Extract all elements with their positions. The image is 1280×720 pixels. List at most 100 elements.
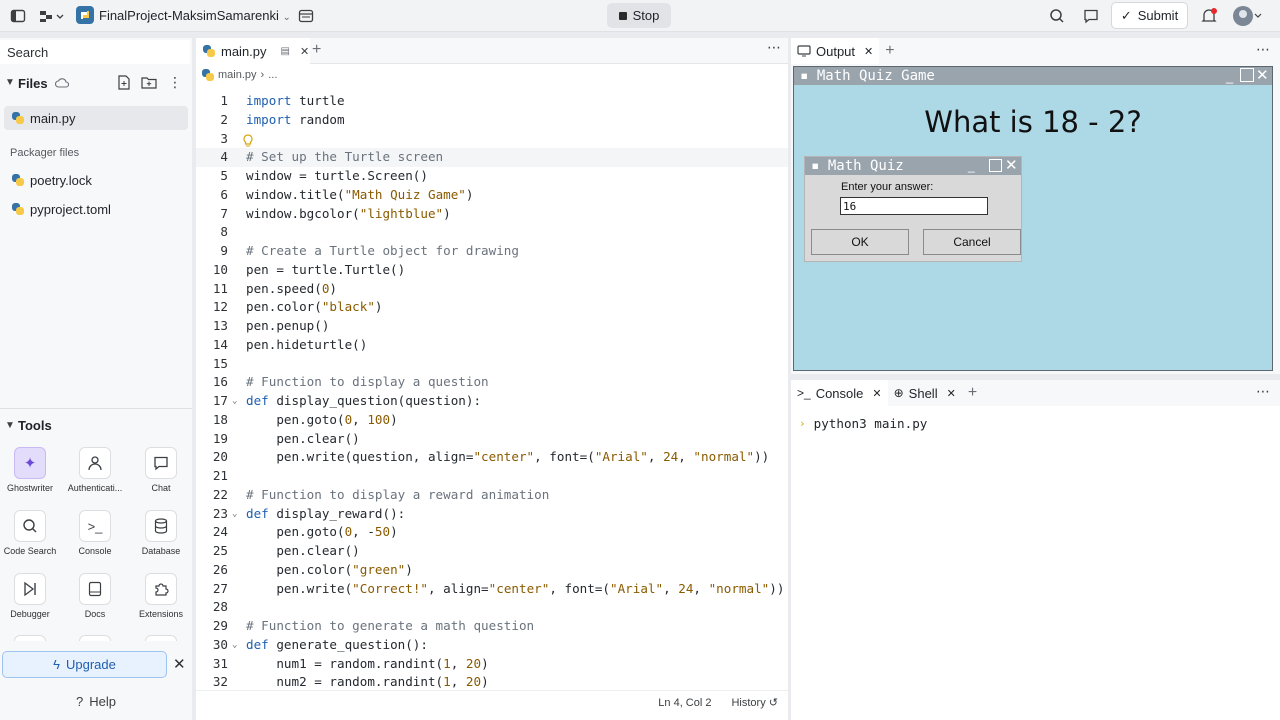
code-line[interactable]: 2 import random <box>196 111 788 130</box>
tab-console[interactable]: >_ Console ✕ <box>791 380 888 406</box>
upgrade-button[interactable]: ϟ Upgrade <box>2 651 167 678</box>
code-line[interactable]: 16 # Function to display a question <box>196 373 788 392</box>
code-line[interactable]: 21 <box>196 467 788 486</box>
code-line[interactable]: 13 pen.penup() <box>196 317 788 336</box>
tool-docs[interactable]: Docs <box>65 573 125 619</box>
tool-ghostwriter[interactable]: ✦ Ghostwriter <box>0 447 60 493</box>
code-area[interactable]: 1 import turtle 2 import random 3 4 # Set up t… <box>196 92 788 692</box>
chevron-down-icon[interactable]: ▼ <box>5 420 15 431</box>
lightbulb-icon[interactable] <box>243 134 253 150</box>
notification-bell-icon[interactable] <box>1197 4 1221 28</box>
tool-debugger[interactable]: Debugger <box>0 573 60 619</box>
code-line[interactable]: 3 <box>196 130 788 149</box>
fold-chevron-icon[interactable]: ⌄ <box>232 636 237 655</box>
more-options-icon[interactable]: ⋮ <box>168 74 182 91</box>
tool-partial[interactable] <box>79 635 111 641</box>
history-button[interactable]: History ↺ <box>731 696 778 709</box>
add-tab-icon[interactable]: + <box>968 384 977 402</box>
new-folder-icon[interactable] <box>141 75 157 93</box>
more-options-icon[interactable]: ⋯ <box>767 39 781 56</box>
submit-button[interactable]: ✓ Submit <box>1111 2 1188 29</box>
close-icon[interactable]: ✕ <box>1005 156 1018 174</box>
file-item-poetry-lock[interactable]: poetry.lock <box>4 168 188 192</box>
code-line[interactable]: 25 pen.clear() <box>196 542 788 561</box>
file-item-pyproject-toml[interactable]: pyproject.toml <box>4 197 188 221</box>
code-line[interactable]: 6 window.title("Math Quiz Game") <box>196 186 788 205</box>
minimize-icon[interactable]: _ <box>968 159 975 173</box>
search-icon[interactable] <box>1045 4 1069 28</box>
code-line[interactable]: 11 pen.speed(0) <box>196 280 788 299</box>
code-line[interactable]: 1 import turtle <box>196 92 788 111</box>
console-output[interactable]: › python3 main.py <box>799 416 927 431</box>
sidebar-toggle-icon[interactable] <box>6 4 30 28</box>
tab-output[interactable]: Output ✕ <box>791 38 880 64</box>
file-item-main-py[interactable]: main.py <box>4 106 188 130</box>
answer-input[interactable] <box>840 197 988 215</box>
close-icon[interactable]: ✕ <box>872 387 881 400</box>
code-line[interactable]: 5 window = turtle.Screen() <box>196 167 788 186</box>
tool-chat[interactable]: Chat <box>131 447 191 493</box>
code-line[interactable]: 29 # Function to generate a math question <box>196 617 788 636</box>
maximize-icon[interactable] <box>1240 68 1254 82</box>
code-line[interactable]: 30 ⌄ def generate_question(): <box>196 636 788 655</box>
code-line[interactable]: 4 # Set up the Turtle screen <box>196 148 788 167</box>
tab-main-py[interactable]: main.py ▤ ✕ <box>196 38 310 64</box>
fold-chevron-icon[interactable]: ⌄ <box>232 505 237 524</box>
code-line[interactable]: 19 pen.clear() <box>196 430 788 449</box>
close-icon[interactable]: ✕ <box>947 387 956 400</box>
help-link[interactable]: ? Help <box>0 689 192 713</box>
tools-header[interactable]: Tools <box>18 418 52 433</box>
minimize-icon[interactable]: _ <box>1226 69 1233 84</box>
tab-shell[interactable]: ⊕ Shell ✕ <box>888 380 962 406</box>
code-line[interactable]: 24 pen.goto(0, -50) <box>196 523 788 542</box>
code-line[interactable]: 22 # Function to display a reward animati… <box>196 486 788 505</box>
tool-database[interactable]: Database <box>131 510 191 556</box>
project-name[interactable]: FinalProject-MaksimSamarenki ⌄ <box>99 8 291 23</box>
close-icon[interactable]: ✕ <box>1256 66 1269 84</box>
tool-extensions[interactable]: Extensions <box>131 573 191 619</box>
code-line[interactable]: 8 <box>196 223 788 242</box>
split-view-icon[interactable]: ▤ <box>281 46 290 57</box>
add-tab-icon[interactable]: + <box>885 42 894 60</box>
tool-code-search[interactable]: Code Search <box>0 510 60 556</box>
code-line[interactable]: 23 ⌄ def display_reward(): <box>196 505 788 524</box>
more-options-icon[interactable]: ⋯ <box>1256 383 1270 400</box>
cursor-position[interactable]: Ln 4, Col 2 <box>658 697 711 709</box>
code-line[interactable]: 14 pen.hideturtle() <box>196 336 788 355</box>
tool-authentication[interactable]: Authenticati... <box>65 447 125 493</box>
files-header[interactable]: Files <box>18 76 48 91</box>
stop-button[interactable]: Stop <box>607 3 671 28</box>
code-line[interactable]: 10 pen = turtle.Turtle() <box>196 261 788 280</box>
close-icon[interactable]: ✕ <box>173 655 186 673</box>
cancel-button[interactable]: Cancel <box>923 229 1021 255</box>
code-line[interactable]: 9 # Create a Turtle object for drawing <box>196 242 788 261</box>
workspace-layout-icon[interactable] <box>294 4 318 28</box>
tool-console[interactable]: >_ Console <box>65 510 125 556</box>
code-line[interactable]: 20 pen.write(question, align="center", f… <box>196 448 788 467</box>
code-line[interactable]: 28 <box>196 598 788 617</box>
breadcrumb-more[interactable]: ... <box>268 69 277 81</box>
fold-chevron-icon[interactable]: ⌄ <box>232 392 237 411</box>
ok-button[interactable]: OK <box>811 229 909 255</box>
search-input[interactable] <box>0 40 190 64</box>
tool-partial[interactable] <box>145 635 177 641</box>
replit-menu-icon[interactable] <box>36 4 66 28</box>
add-tab-icon[interactable]: + <box>312 41 321 59</box>
code-line[interactable]: 12 pen.color("black") <box>196 298 788 317</box>
code-line[interactable]: 7 window.bgcolor("lightblue") <box>196 205 788 224</box>
code-line[interactable]: 18 pen.goto(0, 100) <box>196 411 788 430</box>
maximize-icon[interactable] <box>989 159 1002 172</box>
close-icon[interactable]: ✕ <box>864 45 873 58</box>
code-line[interactable]: 27 pen.write("Correct!", align="center",… <box>196 580 788 599</box>
code-line[interactable]: 26 pen.color("green") <box>196 561 788 580</box>
breadcrumb-file[interactable]: main.py <box>218 69 257 81</box>
avatar[interactable] <box>1232 4 1262 28</box>
close-icon[interactable]: ✕ <box>300 45 309 58</box>
new-file-icon[interactable] <box>117 75 131 93</box>
tool-partial[interactable] <box>14 635 46 641</box>
chat-icon[interactable] <box>1079 4 1103 28</box>
code-line[interactable]: 17 ⌄ def display_question(question): <box>196 392 788 411</box>
code-line[interactable]: 15 <box>196 355 788 374</box>
more-options-icon[interactable]: ⋯ <box>1256 41 1270 58</box>
chevron-down-icon[interactable]: ▼ <box>5 77 15 88</box>
